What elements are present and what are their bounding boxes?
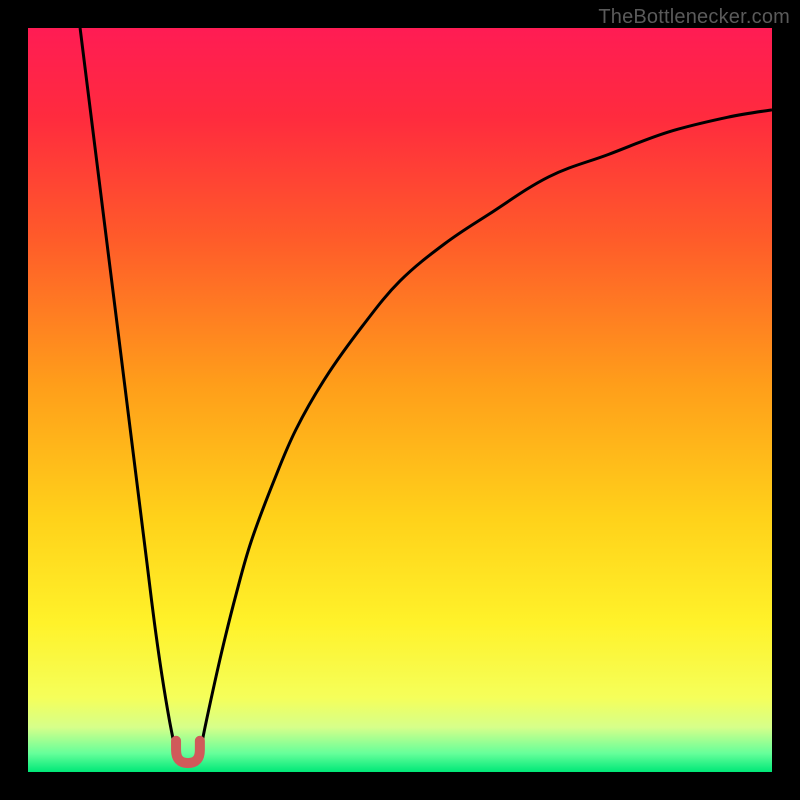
gradient-background	[28, 28, 772, 772]
chart-frame: TheBottlenecker.com	[0, 0, 800, 800]
bottleneck-curve-chart	[28, 28, 772, 772]
watermark-text: TheBottlenecker.com	[598, 6, 790, 29]
plot-area	[28, 28, 772, 772]
